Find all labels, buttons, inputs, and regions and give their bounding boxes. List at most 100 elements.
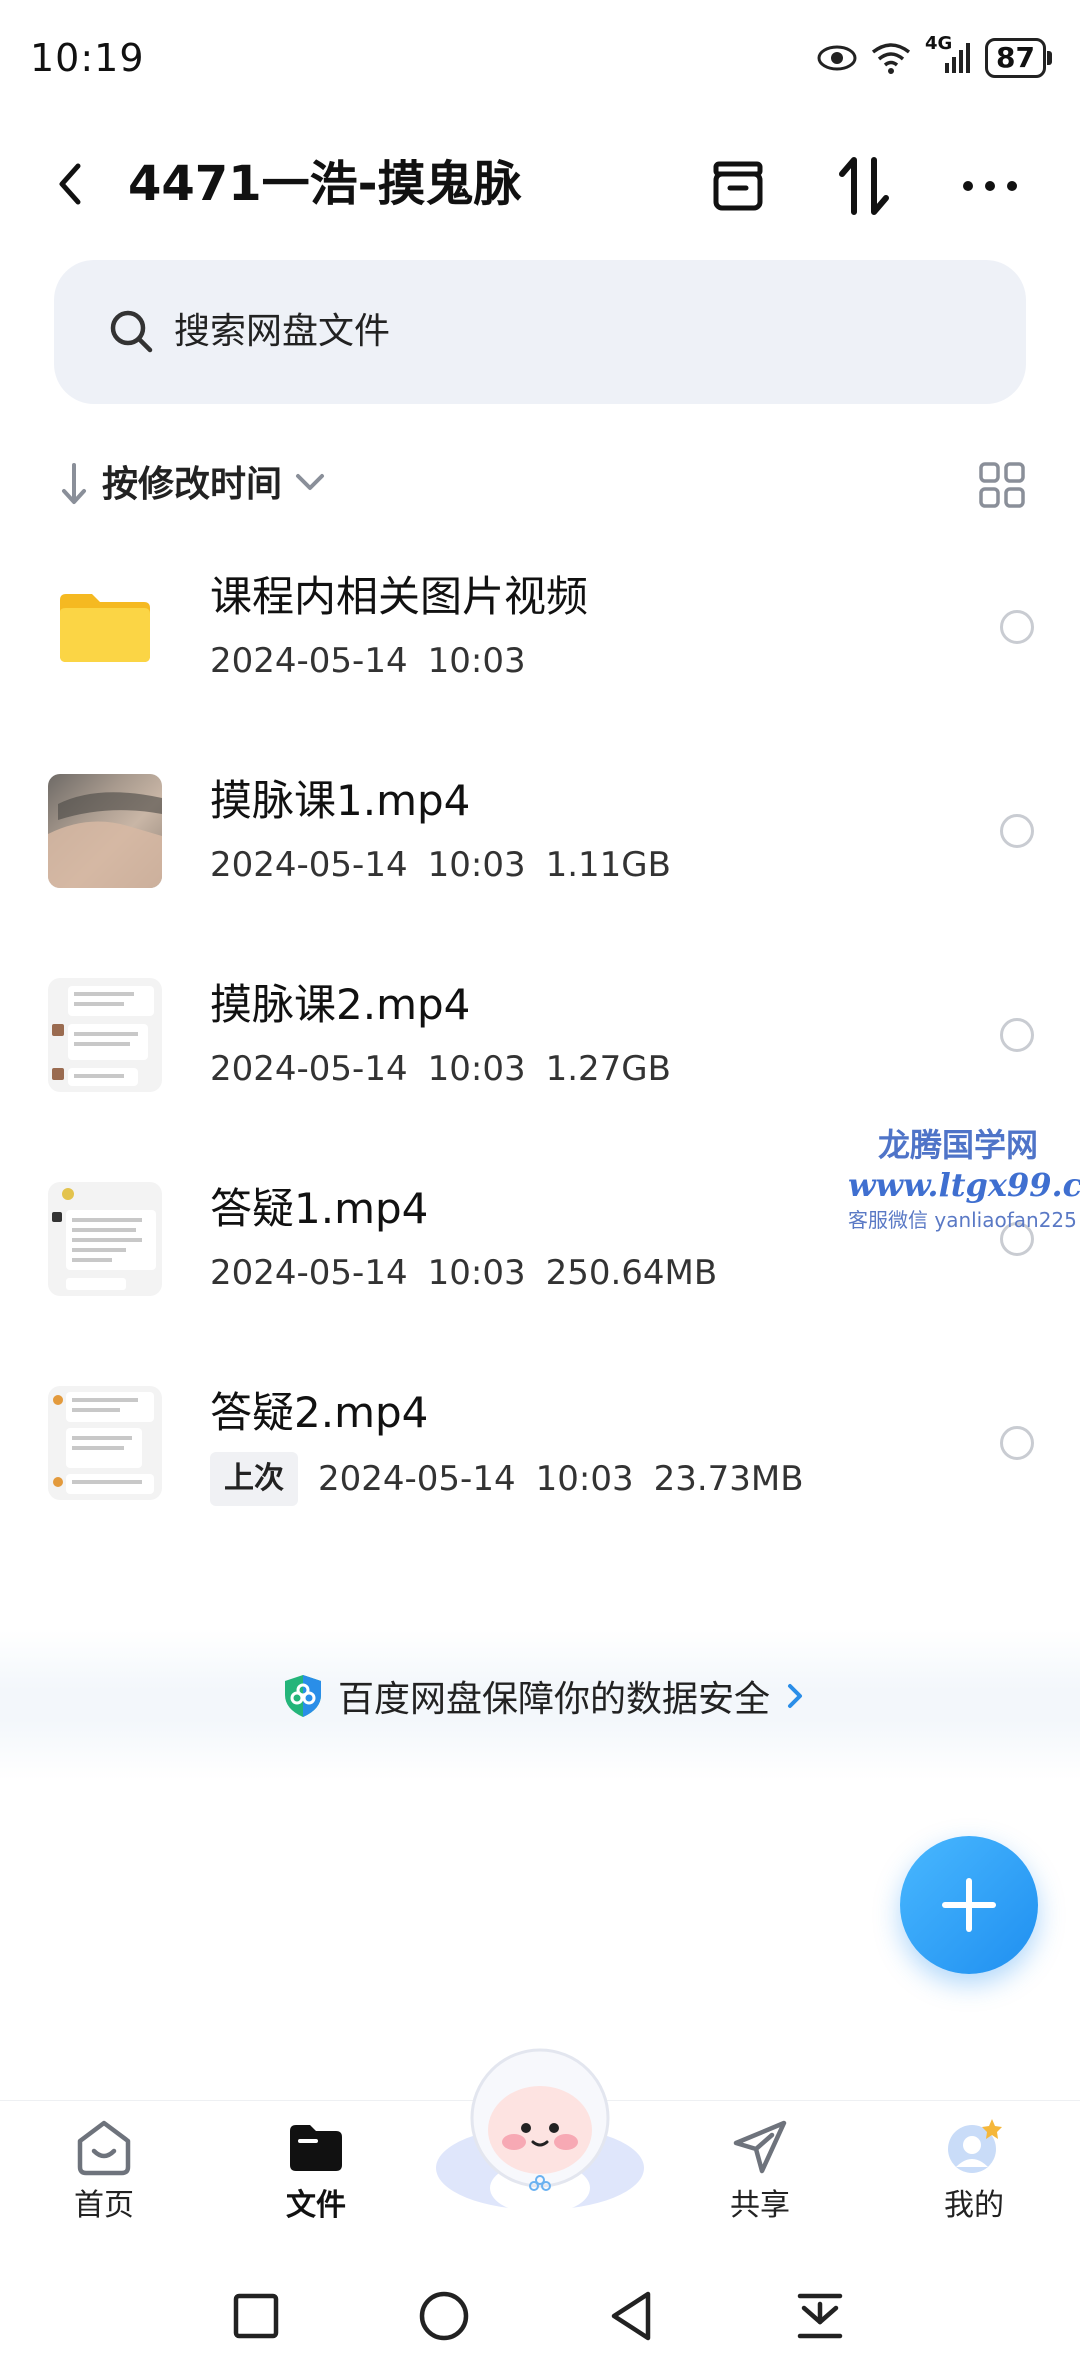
archive-icon xyxy=(713,161,763,211)
back-arrow-icon xyxy=(59,163,81,205)
file-row-folder[interactable]: 课程内相关图片视频 2024-05-14 10:03 xyxy=(0,540,1080,740)
nav-label: 文件 xyxy=(286,2188,346,2223)
video-thumbnail xyxy=(48,1182,162,1296)
file-name: 摸脉课1.mp4 xyxy=(210,776,471,825)
notification-pulldown-icon[interactable] xyxy=(790,2286,850,2346)
folder-icon xyxy=(60,594,150,662)
file-meta: 2024-05-14 10:03 1.11GB xyxy=(210,840,671,890)
status-bar: 10:19 4G 87 xyxy=(0,0,1080,120)
nav-profile[interactable]: 我的 xyxy=(914,2115,1034,2241)
sort-order-button[interactable] xyxy=(830,152,898,220)
file-row-video[interactable]: 答疑2.mp4 上次 2024-05-14 10:03 23.73MB xyxy=(0,1356,1080,1556)
folder-thumbnail xyxy=(48,570,162,684)
file-meta: 2024-05-14 10:03 xyxy=(210,636,526,686)
chat-screenshot-icon xyxy=(53,1392,154,1494)
select-radio[interactable] xyxy=(1000,814,1034,848)
folder-icon xyxy=(290,2125,342,2171)
file-time: 10:03 xyxy=(427,641,526,681)
file-size: 23.73MB xyxy=(653,1459,804,1499)
back-triangle-icon[interactable] xyxy=(602,2286,662,2346)
last-viewed-badge: 上次 xyxy=(210,1452,298,1506)
mascot-icon xyxy=(436,2048,644,2214)
search-placeholder: 搜索网盘文件 xyxy=(174,311,391,352)
file-name: 答疑1.mp4 xyxy=(210,1184,429,1233)
profile-icon xyxy=(948,2119,1002,2173)
home-icon xyxy=(77,2120,131,2176)
security-banner[interactable]: 百度网盘保障你的数据安全 xyxy=(0,1630,1080,1780)
signal-indicator: 4G xyxy=(925,33,971,75)
file-row-video[interactable]: 摸脉课2.mp4 2024-05-14 10:03 1.27GB xyxy=(0,948,1080,1148)
file-time: 10:03 xyxy=(427,1049,526,1089)
nav-files[interactable]: 文件 xyxy=(256,2115,376,2241)
chat-screenshot-icon xyxy=(52,1188,156,1290)
file-date: 2024-05-14 xyxy=(210,641,408,681)
add-button[interactable] xyxy=(900,1836,1038,1974)
watermark-url: www.ltgx99.com xyxy=(848,1166,1080,1204)
sort-arrows-icon xyxy=(839,157,889,215)
more-dots-icon xyxy=(963,181,1017,191)
video-thumbnail xyxy=(48,978,162,1092)
nav-share[interactable]: 共享 xyxy=(700,2115,820,2241)
file-time: 10:03 xyxy=(427,1253,526,1293)
file-time: 10:03 xyxy=(535,1459,634,1499)
select-radio[interactable] xyxy=(1000,1426,1034,1460)
nav-label: 首页 xyxy=(74,2188,134,2223)
file-meta: 2024-05-14 10:03 1.27GB xyxy=(210,1044,671,1094)
file-row-video[interactable]: 摸脉课1.mp4 2024-05-14 10:03 1.11GB xyxy=(0,744,1080,944)
share-icon xyxy=(733,2120,787,2174)
chevron-right-icon xyxy=(788,1684,803,1708)
watermark-title: 龙腾国学网 xyxy=(877,1126,1038,1164)
header: 4471一浩-摸鬼脉 xyxy=(0,130,1080,240)
file-date: 2024-05-14 xyxy=(210,845,408,885)
file-date: 2024-05-14 xyxy=(210,1049,408,1089)
grid-view-icon[interactable] xyxy=(978,461,1026,509)
chat-screenshot-icon xyxy=(52,986,154,1086)
select-radio[interactable] xyxy=(1000,1018,1034,1052)
status-icons: 4G 87 xyxy=(817,33,1052,78)
eye-icon xyxy=(817,45,857,71)
archive-button[interactable] xyxy=(704,152,772,220)
security-banner-content: 百度网盘保障你的数据安全 xyxy=(282,1670,806,1722)
sort-dropdown[interactable]: 按修改时间 xyxy=(56,455,346,515)
signal-icon xyxy=(945,43,971,73)
screen: 10:19 4G 87 4471一浩-摸鬼脉 搜索网盘文件 按修改时间 课程内相… xyxy=(0,0,1080,2376)
file-meta: 2024-05-14 10:03 250.64MB xyxy=(210,1248,717,1298)
sort-label: 按修改时间 xyxy=(102,464,283,505)
file-meta: 上次 2024-05-14 10:03 23.73MB xyxy=(210,1452,804,1506)
search-icon xyxy=(110,310,153,353)
video-thumbnail xyxy=(48,774,162,888)
file-name: 摸脉课2.mp4 xyxy=(210,980,471,1029)
select-radio[interactable] xyxy=(1000,610,1034,644)
recent-apps-icon[interactable] xyxy=(226,2286,286,2346)
hand-photo-icon xyxy=(48,792,162,888)
battery-indicator: 87 xyxy=(985,38,1052,78)
sort-down-arrow-icon xyxy=(62,463,86,504)
video-thumbnail xyxy=(48,1386,162,1500)
more-options-button[interactable] xyxy=(956,152,1024,220)
file-time: 10:03 xyxy=(427,845,526,885)
file-size: 1.11GB xyxy=(545,845,671,885)
chevron-down-icon xyxy=(296,474,324,490)
shield-icon xyxy=(285,1675,321,1717)
system-nav-bar xyxy=(0,2256,1080,2376)
page-title: 4471一浩-摸鬼脉 xyxy=(128,156,522,212)
sort-row: 按修改时间 xyxy=(56,455,1026,515)
plus-icon xyxy=(942,1878,996,1932)
home-circle-icon[interactable] xyxy=(414,2286,474,2346)
watermark: 龙腾国学网 www.ltgx99.com 客服微信 yanliaofan225 xyxy=(848,1120,1080,1233)
search-input[interactable]: 搜索网盘文件 xyxy=(54,260,1026,404)
nav-home[interactable]: 首页 xyxy=(44,2115,164,2241)
mascot-assistant-button[interactable] xyxy=(430,2038,650,2218)
file-date: 2024-05-14 xyxy=(210,1253,408,1293)
file-size: 1.27GB xyxy=(545,1049,671,1089)
file-name: 课程内相关图片视频 xyxy=(210,572,589,621)
back-button[interactable] xyxy=(44,154,104,214)
watermark-contact: 客服微信 yanliaofan225 xyxy=(848,1208,1077,1232)
security-text: 百度网盘保障你的数据安全 xyxy=(338,1679,771,1720)
wifi-icon xyxy=(871,43,911,74)
status-time: 10:19 xyxy=(30,36,145,80)
file-name: 答疑2.mp4 xyxy=(210,1388,429,1437)
nav-label: 我的 xyxy=(944,2188,1004,2223)
file-date: 2024-05-14 xyxy=(318,1459,516,1499)
file-size: 250.64MB xyxy=(545,1253,718,1293)
